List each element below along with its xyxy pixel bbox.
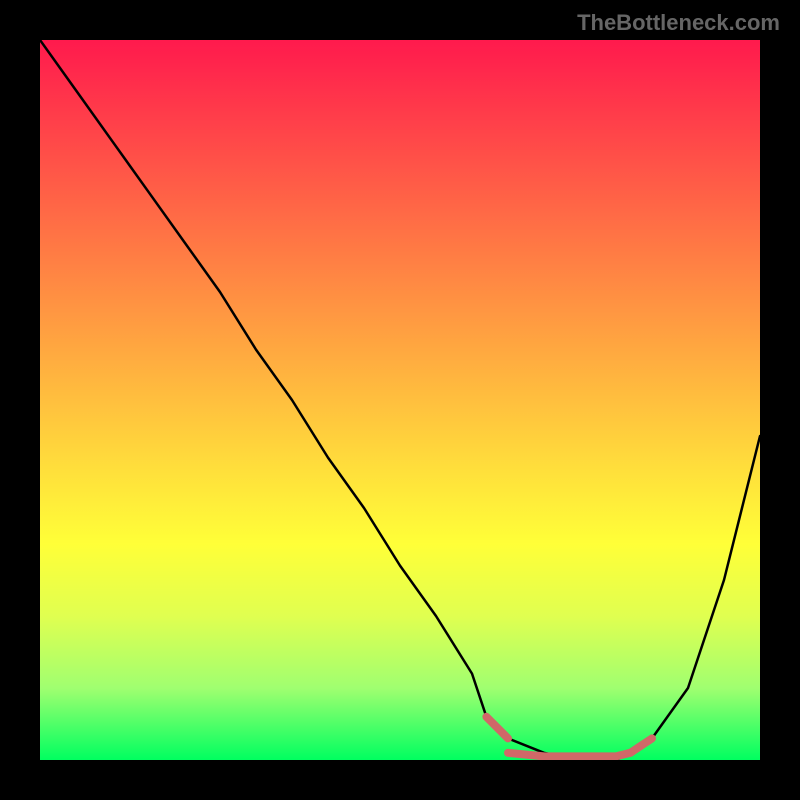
series-optimal-zone-right-marker <box>630 738 652 752</box>
chart-curve-layer <box>40 40 760 760</box>
watermark-text: TheBottleneck.com <box>577 10 780 36</box>
series-bottleneck-curve <box>40 40 760 760</box>
series-optimal-zone-left-marker <box>486 717 508 739</box>
series-optimal-zone-flat <box>508 753 630 757</box>
